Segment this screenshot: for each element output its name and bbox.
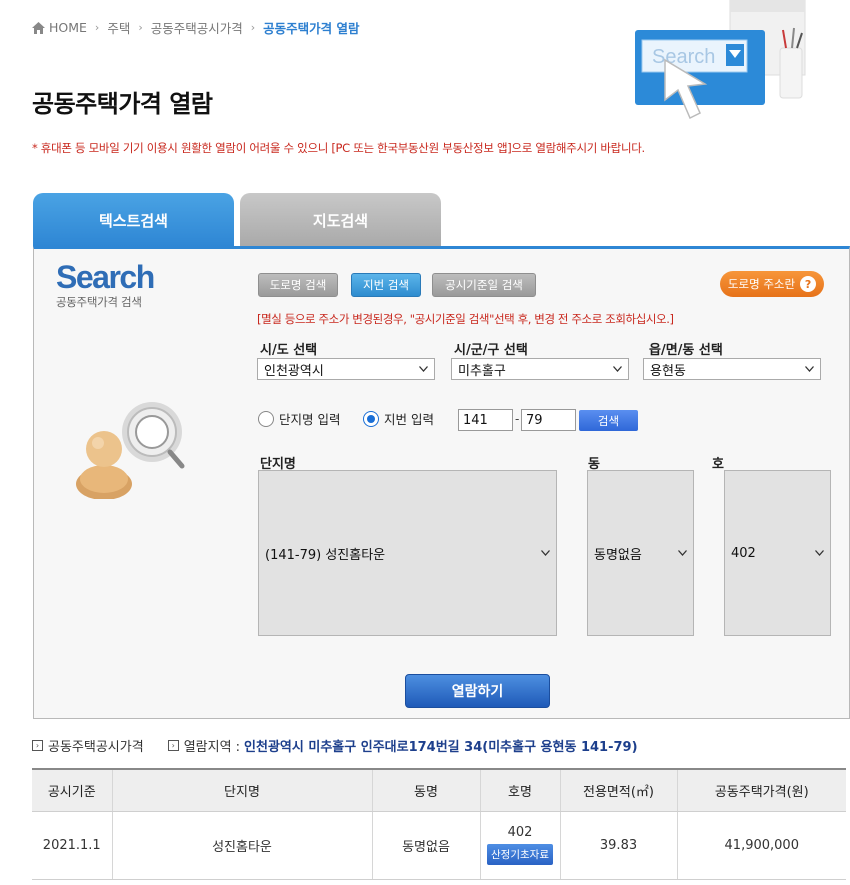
chevron-right-icon: › [250,21,256,34]
lot-sub-number-input[interactable]: 79 [521,409,576,431]
question-icon: ? [800,276,817,292]
result-info-row: › 공동주택공시가격 › 열람지역 : 인천광역시 미추홀구 인주대로174번길… [32,736,638,755]
complex-list[interactable]: (141-79) 성진홈타운 [258,470,557,636]
result-table: 공시기준 단지명 동명 호명 전용면적(㎡) 공동주택가격(원) 2021.1.… [32,768,846,880]
lot-number-radio[interactable]: 지번 입력 [363,409,434,428]
lot-number-search-button[interactable]: 지번 검색 [351,273,421,297]
radio-unchecked [258,410,274,427]
public-price-label: 공동주택공시가격 [48,740,144,755]
chevron-right-icon: › [138,21,143,34]
eupmyeondong-label: 읍/면/동 선택 [649,343,723,358]
arrow-box-icon: › [167,740,179,751]
breadcrumb: HOME › 주택 › 공동주택공시가격 › 공동주택가격 열람 [32,18,360,37]
header-area: 전용면적(㎡) [559,768,677,812]
search-illustration: Search [635,0,806,120]
sido-value: 인천광역시 [264,363,324,379]
view-region-label: 열람지역 : [183,740,241,755]
search-panel: Search 공동주택가격 검색 도로명 검색 지번 검색 공시기준일 검색 도… [33,246,850,719]
sido-label: 시/도 선택 [260,343,318,358]
cell-complex-name: 성진홈타운 [111,811,372,880]
cell-price: 41,900,000 [676,811,846,880]
road-name-search-button[interactable]: 도로명 검색 [258,273,338,297]
cell-base-date: 2021.1.1 [32,811,112,880]
public-price-link[interactable]: › 공동주택공시가격 [32,736,144,755]
breadcrumb-home[interactable]: HOME [49,20,87,35]
header-dong: 동명 [371,768,480,812]
complex-list-value: (141-79) 성진홈타운 [265,547,386,563]
person-search-illustration [76,402,185,499]
search-logo-subtitle: 공동주택가격 검색 [56,295,142,309]
ho-list-value: 402 [731,545,756,561]
base-date-search-button[interactable]: 공시기준일 검색 [432,273,536,297]
complex-name-radio[interactable]: 단지명 입력 [258,409,340,428]
cell-ho: 402 산정기초자료 [479,811,560,880]
calculation-basis-button[interactable]: 산정기초자료 [487,844,553,865]
view-region: › 열람지역 : 인천광역시 미추홀구 인주대로174번길 34(미추홀구 용현… [167,736,638,755]
view-region-value: 인천광역시 미추홀구 인주대로174번길 34(미추홀구 용현동 141-79) [244,740,638,755]
mobile-notice: * 휴대폰 등 모바일 기기 이용시 원활한 열람이 어려울 수 있으니 [PC… [32,141,645,155]
table-header-row: 공시기준 단지명 동명 호명 전용면적(㎡) 공동주택가격(원) [32,768,846,812]
ho-list[interactable]: 402 [724,470,831,636]
search-button[interactable]: 검색 [579,410,638,431]
chevron-down-icon [419,366,428,372]
eupmyeondong-select[interactable]: 용현동 [643,358,821,380]
lot-main-number-input[interactable]: 141 [458,409,513,431]
search-logo: Search 공동주택가격 검색 [56,259,155,310]
view-button[interactable]: 열람하기 [405,674,550,708]
sigungu-value: 미추홀구 [458,363,506,379]
page-title: 공동주택가격 열람 [32,90,213,118]
arrow-box-icon: › [32,740,43,751]
sigungu-label: 시/군/구 선택 [454,343,528,358]
lot-number-radio-label: 지번 입력 [384,412,434,427]
home-icon[interactable] [32,21,45,34]
cell-area: 39.83 [559,811,677,880]
road-address-guide-label: 도로명 주소란 [727,277,796,291]
hero-search-text: Search [652,46,715,68]
cell-ho-value: 402 [507,825,533,840]
tab-text-search[interactable]: 텍스트검색 [33,193,234,247]
table-row: 2021.1.1 성진홈타운 동명없음 402 산정기초자료 39.83 41,… [32,811,846,880]
chevron-down-icon [815,550,824,556]
chevron-down-icon [613,366,622,372]
address-change-notice: [멸실 등으로 주소가 변경된경우, "공시기준일 검색"선택 후, 변경 전 … [257,312,674,326]
eupmyeondong-value: 용현동 [650,363,686,379]
sido-select[interactable]: 인천광역시 [257,358,435,380]
road-address-guide-button[interactable]: 도로명 주소란 ? [720,271,824,297]
chevron-right-icon: › [94,21,100,34]
header-base-date: 공시기준 [32,768,112,812]
chevron-down-icon [805,366,814,372]
cell-dong: 동명없음 [371,811,480,880]
breadcrumb-current: 공동주택가격 열람 [263,21,360,36]
lot-number-dash: - [515,412,520,426]
header-complex-name: 단지명 [111,768,372,812]
chevron-down-icon [678,550,687,556]
header-price: 공동주택가격(원) [676,768,846,812]
tab-map-search[interactable]: 지도검색 [240,193,441,247]
header-ho: 호명 [479,768,560,812]
breadcrumb-item-housing[interactable]: 주택 [107,18,130,37]
search-logo-word: Search [56,259,155,295]
dong-list-value: 동명없음 [594,547,642,563]
chevron-down-icon [541,550,550,556]
dong-list[interactable]: 동명없음 [587,470,694,636]
sigungu-select[interactable]: 미추홀구 [451,358,629,380]
breadcrumb-item-public-price[interactable]: 공동주택공시가격 [151,18,243,37]
radio-checked [363,410,379,427]
complex-name-radio-label: 단지명 입력 [279,412,341,427]
ho-list-label: 호 [712,457,724,472]
